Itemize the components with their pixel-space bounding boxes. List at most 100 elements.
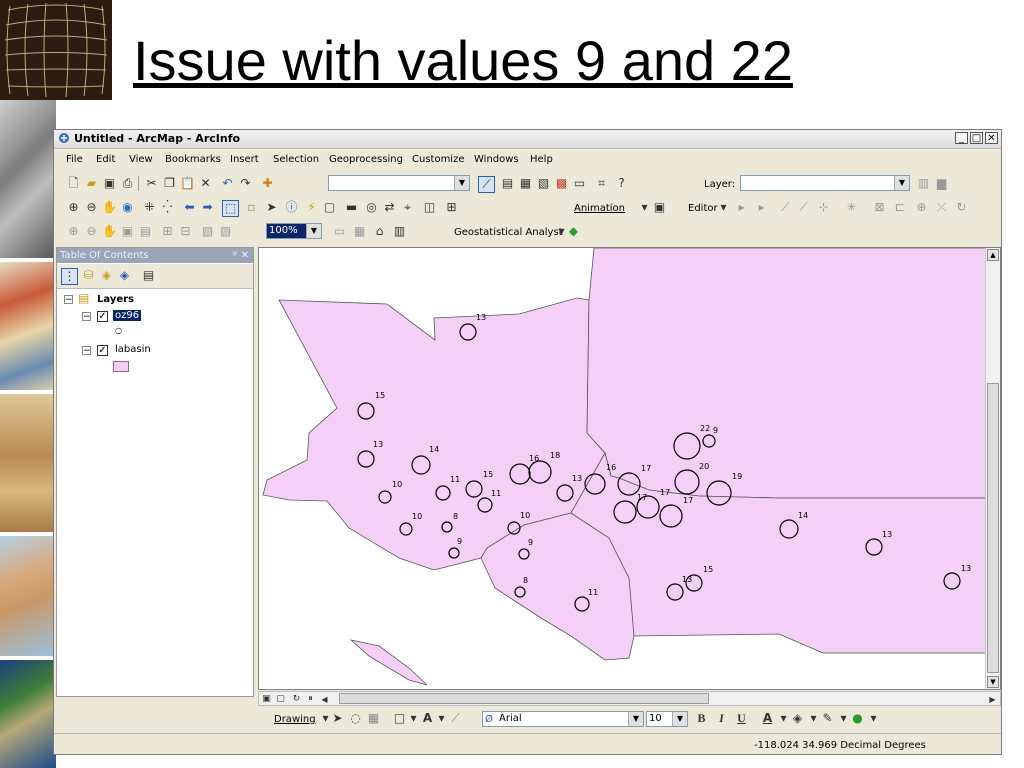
undo-icon[interactable]: ↶ [220, 176, 235, 191]
menu-file[interactable]: File [66, 154, 83, 165]
data-driven-pages-icon[interactable]: ▥ [392, 224, 407, 239]
reshape-icon[interactable]: ⊏ [892, 200, 907, 215]
rotate-element-icon[interactable]: ◌ [348, 711, 363, 726]
add-data-icon[interactable]: ✚ [260, 176, 275, 191]
drawing-menu[interactable]: Drawing [274, 714, 316, 725]
rotate-icon[interactable]: ↻ [954, 200, 969, 215]
fixed-zoom-in-icon[interactable]: ⁜ [142, 200, 157, 215]
edit-vertices-icon[interactable]: ⊠ [872, 200, 887, 215]
layer-select-combo[interactable]: ▼ [740, 175, 910, 191]
toc-layer-labasin[interactable]: labasin [115, 344, 151, 355]
cut-polygon-icon[interactable]: ⊕ [914, 200, 929, 215]
map-vertical-scrollbar[interactable]: ▲ ▼ [985, 248, 1000, 689]
next-extent-icon[interactable]: ▨ [218, 224, 233, 239]
chevron-down-icon[interactable]: ▼ [672, 712, 687, 726]
cut-icon[interactable]: ✂ [144, 176, 159, 191]
map-canvas[interactable]: 131513141011151110 8916 1810981316 1722 9201… [259, 248, 988, 689]
change-layout-icon[interactable]: ⌂ [372, 224, 387, 239]
scroll-left-arrow-icon[interactable]: ◀ [319, 692, 330, 704]
go-to-xy-icon[interactable]: ⌖ [400, 200, 415, 215]
menu-geoprocessing[interactable]: Geoprocessing [329, 154, 403, 165]
list-by-drawing-order-icon[interactable]: ⋮ [61, 268, 78, 285]
collapse-layers-icon[interactable]: − [64, 295, 73, 305]
pause-drawing-icon[interactable]: ⏸ [305, 692, 316, 704]
line-color-icon[interactable]: ✎ [820, 711, 835, 726]
fixed-zoom-in-page-icon[interactable]: ⊞ [160, 224, 175, 239]
toc-layer-oz96[interactable]: oz96 [113, 310, 142, 321]
menu-edit[interactable]: Edit [96, 154, 115, 165]
geostatistical-analyst-menu[interactable]: Geostatistical Analyst [454, 227, 563, 238]
back-arrow-icon[interactable]: ⬅ [182, 200, 197, 215]
whats-this-icon[interactable]: ? [614, 176, 629, 191]
refresh-view-icon[interactable]: ↻ [291, 692, 302, 704]
close-icon[interactable]: ✕ [241, 248, 249, 263]
search-window-icon[interactable]: ▧ [536, 176, 551, 191]
fill-color-icon[interactable]: ◈ [790, 711, 805, 726]
find-route-icon[interactable]: ⇄ [382, 200, 397, 215]
toc-layers-root[interactable]: Layers [97, 294, 134, 305]
layout-pan-icon[interactable]: ✋ [102, 224, 117, 239]
chevron-down-icon[interactable]: ▾ [434, 711, 449, 726]
maximize-button[interactable]: □ [970, 132, 983, 144]
html-popup-icon[interactable]: ▢ [322, 200, 337, 215]
clear-selection-icon[interactable]: ▫ [244, 200, 259, 215]
zoom-out-icon[interactable]: ⊖ [84, 200, 99, 215]
pin-icon[interactable]: ᵠ [233, 248, 237, 263]
toggle-draft-mode-icon[interactable]: ▭ [332, 224, 347, 239]
geostatistical-wizard-icon[interactable]: ◆ [566, 224, 581, 239]
minimize-button[interactable]: _ [955, 132, 968, 144]
data-view-icon[interactable]: ▣ [261, 692, 272, 704]
map-display[interactable]: 13 15 13 14 10 11 15 11 10 8 9 16 18 10 9 8 13 16 17 22 9 20 1… [258, 247, 1001, 690]
oz96-visibility-checkbox[interactable]: ✓ [97, 311, 108, 322]
point-icon[interactable]: ✳ [844, 200, 859, 215]
font-name-combo[interactable]: Ø Arial ▼ [482, 711, 644, 727]
edit-vertices-drawing-icon[interactable]: ⟋ [448, 711, 463, 726]
create-viewer-icon[interactable]: ⊞ [444, 200, 459, 215]
menu-windows[interactable]: Windows [474, 154, 519, 165]
animation-camera-icon[interactable]: ▣ [652, 200, 667, 215]
hyperlink-icon[interactable]: ⚡ [304, 200, 319, 215]
list-by-visibility-icon[interactable]: ◈ [99, 268, 114, 283]
edit-tool-icon[interactable]: ▸ [734, 200, 749, 215]
editor-menu[interactable]: Editor [688, 203, 718, 214]
scroll-down-arrow-icon[interactable]: ▼ [987, 676, 999, 688]
layout-zoom-in-icon[interactable]: ⊕ [66, 224, 81, 239]
end-point-arc-icon[interactable]: ⟋ [796, 200, 811, 215]
underline-button[interactable]: U [734, 711, 749, 726]
fixed-zoom-out-page-icon[interactable]: ⊟ [178, 224, 193, 239]
text-tool-icon[interactable]: A [420, 711, 435, 726]
animation-menu[interactable]: Animation [574, 203, 625, 214]
edit-annotation-icon[interactable]: ▸ [754, 200, 769, 215]
zoom-percent-combo[interactable]: 100% ▼ [266, 223, 322, 239]
measure-icon[interactable]: ▬ [344, 200, 359, 215]
menu-insert[interactable]: Insert [230, 154, 259, 165]
catalog-icon[interactable]: ▦ [518, 176, 533, 191]
trace-icon[interactable]: ⊹ [816, 200, 831, 215]
copy-icon[interactable]: ❐ [162, 176, 177, 191]
select-elements-icon[interactable]: ➤ [330, 711, 345, 726]
chevron-down-icon[interactable]: ▾ [776, 711, 791, 726]
font-size-combo[interactable]: 10 ▼ [646, 711, 688, 727]
map-scale-combo[interactable]: ▼ [328, 175, 470, 191]
chevron-down-icon[interactable]: ▾ [406, 711, 421, 726]
identify-icon[interactable]: ⓘ [284, 200, 299, 215]
modelbuilder-icon[interactable]: ⌗ [594, 176, 609, 191]
save-icon[interactable]: ▣ [102, 176, 117, 191]
zoom-100-icon[interactable]: ▤ [138, 224, 153, 239]
previous-extent-icon[interactable]: ▧ [200, 224, 215, 239]
time-slider-icon[interactable]: ◫ [422, 200, 437, 215]
find-binoculars-icon[interactable]: ◎ [364, 200, 379, 215]
forward-arrow-icon[interactable]: ➡ [200, 200, 215, 215]
close-button[interactable]: ✕ [985, 132, 998, 144]
chevron-down-icon[interactable]: ▾ [866, 711, 881, 726]
menu-customize[interactable]: Customize [412, 154, 465, 165]
list-by-source-icon[interactable]: ⛁ [81, 268, 96, 283]
italic-button[interactable]: I [714, 711, 729, 726]
print-icon[interactable]: ⎙ [120, 176, 135, 191]
paste-icon[interactable]: 📋 [180, 176, 195, 191]
scroll-right-arrow-icon[interactable]: ▶ [987, 692, 998, 704]
new-document-icon[interactable]: 🗋 [66, 176, 81, 191]
full-extent-globe-icon[interactable]: ◉ [120, 200, 135, 215]
redo-icon[interactable]: ↷ [238, 176, 253, 191]
horizontal-scroll-thumb[interactable] [339, 693, 709, 704]
